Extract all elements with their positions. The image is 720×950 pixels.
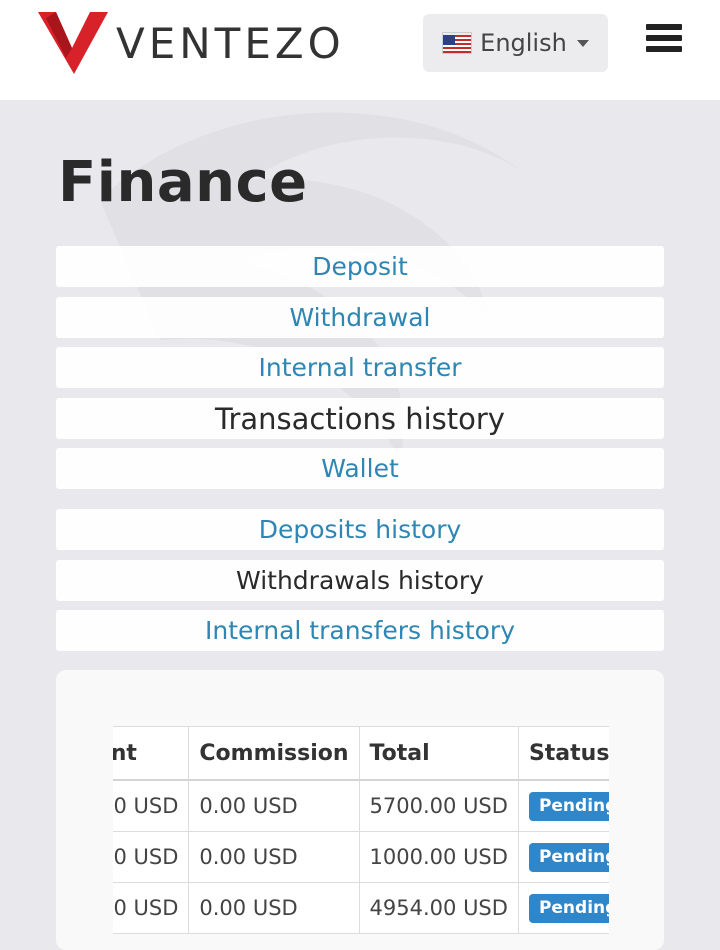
brand-name: VENTEZO bbox=[116, 18, 345, 68]
page-title: Finance bbox=[58, 150, 308, 215]
table-row: 1000.00 USD 0.00 USD 1000.00 USD Pending bbox=[113, 831, 609, 883]
subnav-internal-transfers-history[interactable]: Internal transfers history bbox=[56, 610, 664, 651]
cell-status: Pending bbox=[517, 831, 609, 883]
ventezo-logo-icon bbox=[38, 12, 108, 74]
column-commission[interactable]: Commission bbox=[188, 726, 360, 781]
nav-wallet[interactable]: Wallet bbox=[56, 448, 664, 489]
hamburger-icon[interactable] bbox=[646, 24, 682, 58]
table-row: 4954.00 USD 0.00 USD 4954.00 USD Pending bbox=[113, 882, 609, 934]
cell-total: 5700.00 USD bbox=[358, 779, 519, 832]
table-scroll-container[interactable]: Amount Commission Total Status 5700.00 U… bbox=[113, 726, 609, 950]
language-selector[interactable]: English bbox=[423, 14, 608, 72]
cell-status: Pending bbox=[517, 779, 609, 832]
chevron-down-icon bbox=[576, 39, 589, 47]
cell-commission: 0.00 USD bbox=[188, 779, 360, 832]
cell-commission: 0.00 USD bbox=[188, 882, 360, 934]
column-total[interactable]: Total bbox=[358, 726, 519, 781]
status-badge: Pending bbox=[528, 791, 609, 821]
nav-internal-transfer[interactable]: Internal transfer bbox=[56, 347, 664, 388]
column-amount[interactable]: Amount bbox=[113, 726, 190, 781]
table-header-row: Amount Commission Total Status bbox=[113, 726, 609, 781]
cell-amount: 1000.00 USD bbox=[113, 831, 190, 883]
subnav-deposits-history[interactable]: Deposits history bbox=[56, 509, 664, 550]
cell-commission: 0.00 USD bbox=[188, 831, 360, 883]
cell-total: 4954.00 USD bbox=[358, 882, 519, 934]
brand-logo[interactable]: VENTEZO bbox=[36, 10, 345, 76]
nav-deposit[interactable]: Deposit bbox=[56, 246, 664, 287]
status-badge: Pending bbox=[528, 842, 609, 872]
cell-amount: 4954.00 USD bbox=[113, 882, 190, 934]
us-flag-icon bbox=[442, 32, 473, 54]
table-row: 5700.00 USD 0.00 USD 5700.00 USD Pending bbox=[113, 779, 609, 832]
cell-amount: 5700.00 USD bbox=[113, 779, 190, 832]
top-header: VENTEZO English bbox=[0, 0, 720, 100]
status-badge: Pending bbox=[528, 893, 609, 923]
history-panel: Amount Commission Total Status 5700.00 U… bbox=[56, 670, 664, 950]
nav-transactions-history[interactable]: Transactions history bbox=[56, 398, 664, 439]
column-status[interactable]: Status bbox=[517, 726, 609, 781]
cell-total: 1000.00 USD bbox=[358, 831, 519, 883]
language-label: English bbox=[480, 29, 567, 57]
nav-withdrawal[interactable]: Withdrawal bbox=[56, 297, 664, 338]
withdrawals-table: Amount Commission Total Status 5700.00 U… bbox=[113, 726, 609, 934]
subnav-withdrawals-history[interactable]: Withdrawals history bbox=[56, 560, 664, 601]
cell-status: Pending bbox=[517, 882, 609, 934]
